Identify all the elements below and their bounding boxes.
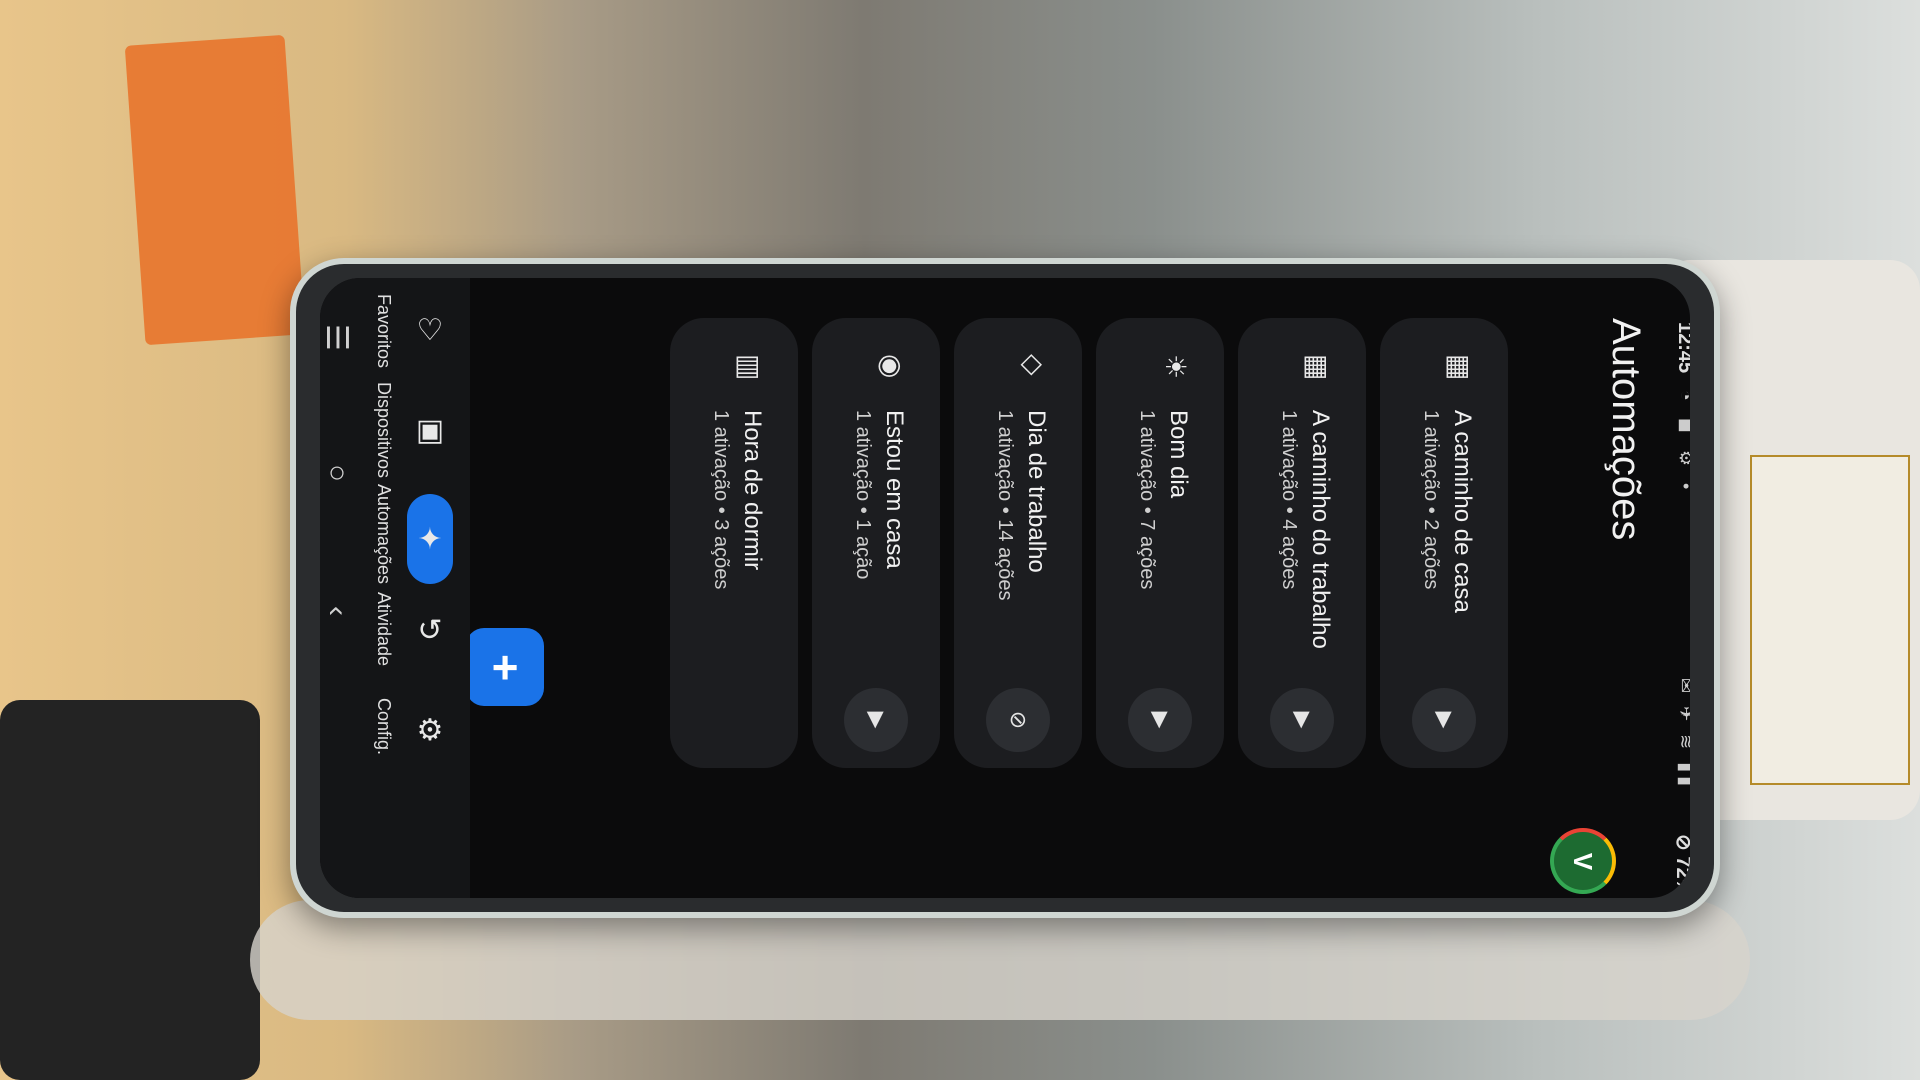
status-battery: ⊘ 72% — [1672, 834, 1690, 897]
automation-title: Estou em casa — [881, 410, 908, 569]
automation-title: Hora de dormir — [739, 410, 766, 571]
page-title: Automações — [1604, 318, 1648, 541]
location-icon: ◉ — [876, 354, 907, 379]
automation-card[interactable]: ▥ Hora de dormir 1 ativação • 3 ações — [670, 318, 798, 768]
nav-label-settings[interactable]: Config. — [373, 698, 394, 755]
automations-nav-icon[interactable]: ✦ — [407, 494, 453, 584]
background-orange-box — [124, 34, 306, 346]
favorites-icon[interactable]: ♡ — [406, 306, 454, 354]
status-signal-icons: ✉ ✈ ≋ ▮▮ — [1676, 678, 1690, 791]
automation-card[interactable]: ☀ Bom dia 1 ativação • 7 ações ▶ — [1096, 318, 1224, 768]
phone-screen: 12:45 ◔ ◼ ⚙ • ✉ ✈ ≋ ▮▮ ⊘ 72% Automações … — [320, 278, 1690, 898]
automation-title: Dia de trabalho — [1023, 410, 1050, 573]
automation-subtitle: 1 ativação • 2 ações — [1420, 410, 1442, 590]
automation-title: A caminho de casa — [1449, 410, 1476, 613]
automation-card[interactable]: ▦ A caminho de casa 1 ativação • 2 ações… — [1380, 318, 1508, 768]
sun-icon: ☀ — [1160, 354, 1191, 380]
nav-label-activity[interactable]: Atividade — [373, 592, 394, 666]
automation-subtitle: 1 ativação • 7 ações — [1136, 410, 1158, 590]
add-automation-button[interactable]: + — [466, 628, 544, 706]
account-avatar[interactable]: V — [1550, 828, 1616, 894]
automation-subtitle: 1 ativação • 1 ação — [852, 410, 874, 580]
nav-label-automations[interactable]: Automações — [373, 484, 394, 584]
home-button[interactable]: ○ — [320, 464, 354, 482]
automation-card[interactable]: ◉ Estou em casa 1 ativação • 1 ação ▶ — [812, 318, 940, 768]
automation-title: Bom dia — [1165, 410, 1192, 499]
status-time: 12:45 — [1674, 322, 1690, 374]
devices-icon: ▦ — [1444, 354, 1475, 381]
automation-subtitle: 1 ativação • 14 ações — [994, 410, 1016, 601]
nav-label-devices[interactable]: Dispositivos — [373, 382, 394, 478]
background-warning-label — [1750, 455, 1910, 785]
devices-icon: ▦ — [1302, 354, 1333, 381]
run-automation-button[interactable]: ▶ — [844, 688, 908, 752]
back-button[interactable]: ‹ — [320, 606, 354, 616]
nav-label-favorites[interactable]: Favoritos — [373, 294, 394, 368]
background-dark-object — [0, 700, 260, 1080]
devices-nav-icon[interactable]: ▣ — [406, 406, 454, 454]
automation-card[interactable]: ◇ Dia de trabalho 1 ativação • 14 ações … — [954, 318, 1082, 768]
background-stand-base — [250, 900, 1750, 1020]
settings-icon[interactable]: ⚙ — [406, 706, 454, 754]
status-notification-icons: ◔ ◼ ⚙ • — [1675, 390, 1690, 495]
automation-title: A caminho do trabalho — [1307, 410, 1334, 649]
activity-icon[interactable]: ↺ — [406, 606, 454, 654]
bottom-navigation — [320, 278, 470, 898]
automation-subtitle: 1 ativação • 3 ações — [710, 410, 732, 590]
run-automation-button[interactable]: ▶ — [1128, 688, 1192, 752]
run-automation-button[interactable]: ▶ — [1412, 688, 1476, 752]
run-automation-button[interactable]: ▶ — [1270, 688, 1334, 752]
recents-button[interactable]: ☰ — [320, 324, 354, 351]
automation-subtitle: 1 ativação • 4 ações — [1278, 410, 1300, 590]
bed-icon: ▥ — [734, 354, 765, 381]
commute-icon: ◇ — [1018, 354, 1049, 376]
disabled-automation-button[interactable]: ⊘ — [986, 688, 1050, 752]
automation-card[interactable]: ▦ A caminho do trabalho 1 ativação • 4 a… — [1238, 318, 1366, 768]
